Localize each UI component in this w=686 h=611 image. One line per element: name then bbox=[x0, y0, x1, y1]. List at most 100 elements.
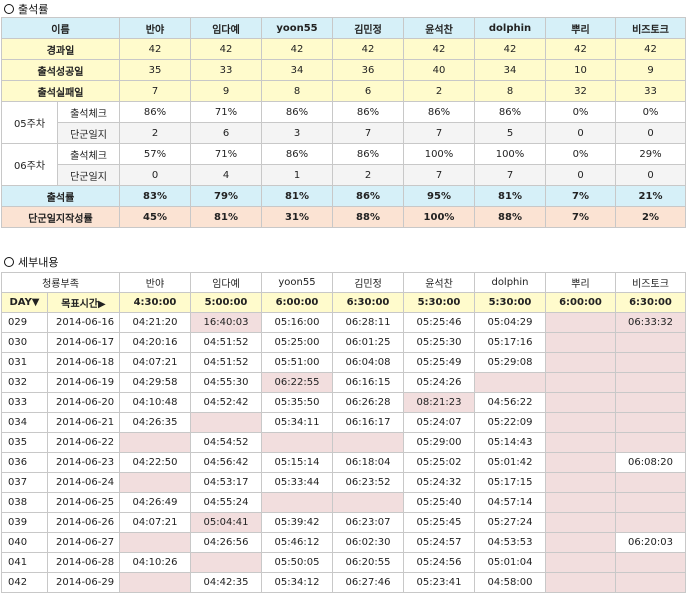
diary-value: 0 bbox=[545, 122, 616, 144]
diary-value: 4 bbox=[190, 164, 262, 186]
target-time-row: DAY▼ 목표시간▶ 4:30:00 5:00:00 6:00:00 6:30:00 5:3… bbox=[1, 292, 686, 313]
day-number: 041 bbox=[1, 552, 48, 573]
member-name: 뿌리 bbox=[545, 272, 616, 293]
wake-time: 04:56:22 bbox=[474, 392, 546, 413]
row-value: 6 bbox=[332, 80, 404, 102]
wake-time bbox=[261, 432, 333, 453]
diary-value: 3 bbox=[261, 122, 333, 144]
check-value: 86% bbox=[119, 101, 191, 123]
wake-time: 05:25:00 bbox=[261, 332, 333, 353]
wake-time: 05:34:11 bbox=[261, 412, 333, 433]
check-value: 0% bbox=[545, 143, 616, 165]
day-row: 042 2014-06-29 04:42:35 05:34:12 06:27:46 05:… bbox=[1, 572, 686, 593]
day-sort-label: DAY▼ bbox=[1, 292, 48, 313]
header-row: 이름 반야 임다예 yoon55 김민정 윤석찬 dolphin 뿌리 비즈토크 bbox=[1, 17, 686, 39]
diary-rate-label: 단군일지작성률 bbox=[1, 206, 120, 228]
wake-time: 05:25:02 bbox=[403, 452, 475, 473]
day-number: 035 bbox=[1, 432, 48, 453]
day-row: 038 2014-06-25 04:26:49 04:55:24 05:25:40 04:… bbox=[1, 492, 686, 513]
wake-time bbox=[261, 492, 333, 513]
date: 2014-06-16 bbox=[47, 312, 120, 333]
date: 2014-06-19 bbox=[47, 372, 120, 393]
rate-value: 86% bbox=[332, 185, 404, 207]
target-time: 6:30:00 bbox=[615, 292, 686, 313]
rate-value: 95% bbox=[403, 185, 475, 207]
date: 2014-06-17 bbox=[47, 332, 120, 353]
diary-rate-value: 45% bbox=[119, 206, 191, 228]
wake-time: 06:01:25 bbox=[332, 332, 404, 353]
wake-time: 05:50:05 bbox=[261, 552, 333, 573]
wake-time: 05:35:50 bbox=[261, 392, 333, 413]
wake-time: 04:57:14 bbox=[474, 492, 546, 513]
wake-time: 04:10:26 bbox=[119, 552, 191, 573]
wake-time bbox=[615, 572, 686, 593]
wake-time: 04:22:50 bbox=[119, 452, 191, 473]
date: 2014-06-24 bbox=[47, 472, 120, 493]
wake-time: 05:24:26 bbox=[403, 372, 475, 393]
wake-time: 08:21:23 bbox=[403, 392, 475, 413]
wake-time: 05:27:24 bbox=[474, 512, 546, 533]
member-name: 비즈토크 bbox=[615, 17, 686, 39]
day-number: 033 bbox=[1, 392, 48, 413]
wake-time: 06:27:46 bbox=[332, 572, 404, 593]
wake-time bbox=[615, 372, 686, 393]
section-title-attendance: 출석률 bbox=[4, 1, 48, 17]
wake-time: 04:56:42 bbox=[190, 452, 262, 473]
day-row: 036 2014-06-23 04:22:50 04:56:42 05:15:14 06:… bbox=[1, 452, 686, 473]
wake-time bbox=[545, 412, 616, 433]
check-value: 71% bbox=[190, 143, 262, 165]
date: 2014-06-25 bbox=[47, 492, 120, 513]
row-value: 42 bbox=[615, 38, 686, 60]
wake-time bbox=[190, 552, 262, 573]
section-title-details: 세부내용 bbox=[4, 254, 58, 270]
wake-time: 04:55:30 bbox=[190, 372, 262, 393]
check-value: 86% bbox=[403, 101, 475, 123]
member-name: 윤석찬 bbox=[403, 272, 475, 293]
wake-time: 05:16:00 bbox=[261, 312, 333, 333]
day-row: 034 2014-06-21 04:26:35 05:34:11 06:16:17 05:… bbox=[1, 412, 686, 433]
row-value: 42 bbox=[474, 38, 546, 60]
check-value: 57% bbox=[119, 143, 191, 165]
check-value: 71% bbox=[190, 101, 262, 123]
check-value: 86% bbox=[332, 143, 404, 165]
wake-time: 04:55:24 bbox=[190, 492, 262, 513]
diary-rate-value: 2% bbox=[615, 206, 686, 228]
wake-time: 04:21:20 bbox=[119, 312, 191, 333]
attendance-rate-row: 출석률 83% 79% 81% 86% 95% 81% 7% 21% bbox=[1, 185, 686, 207]
circle-bullet-icon bbox=[4, 4, 14, 14]
wake-time bbox=[545, 312, 616, 333]
row-value: 40 bbox=[403, 59, 475, 81]
day-row: 030 2014-06-17 04:20:16 04:51:52 05:25:00 06:… bbox=[1, 332, 686, 353]
week-diary-row: 단군일지 2 6 3 7 7 5 0 0 bbox=[2, 122, 686, 144]
wake-time: 05:25:49 bbox=[403, 352, 475, 373]
wake-time: 04:51:52 bbox=[190, 332, 262, 353]
member-name: 김민정 bbox=[332, 272, 404, 293]
member-name: dolphin bbox=[474, 272, 546, 293]
diary-value: 0 bbox=[615, 164, 686, 186]
row-value: 42 bbox=[190, 38, 262, 60]
diary-value: 5 bbox=[474, 122, 546, 144]
wake-time: 05:29:08 bbox=[474, 352, 546, 373]
row-value: 42 bbox=[545, 38, 616, 60]
diary-label: 단군일지 bbox=[57, 164, 120, 186]
target-time: 6:00:00 bbox=[261, 292, 333, 313]
attendance-summary-table: 이름 반야 임다예 yoon55 김민정 윤석찬 dolphin 뿌리 비즈토크 경과일 42 42 4… bbox=[1, 17, 686, 228]
wake-time: 05:17:15 bbox=[474, 472, 546, 493]
wake-time bbox=[545, 472, 616, 493]
check-value: 86% bbox=[474, 101, 546, 123]
wake-time: 04:10:48 bbox=[119, 392, 191, 413]
wake-time bbox=[545, 552, 616, 573]
wake-time: 06:16:17 bbox=[332, 412, 404, 433]
row-value: 9 bbox=[190, 80, 262, 102]
wake-time bbox=[545, 352, 616, 373]
check-value: 100% bbox=[403, 143, 475, 165]
check-value: 86% bbox=[261, 143, 333, 165]
member-name: 김민정 bbox=[332, 17, 404, 39]
diary-value: 7 bbox=[403, 164, 475, 186]
target-time: 5:00:00 bbox=[190, 292, 262, 313]
wake-time: 04:20:16 bbox=[119, 332, 191, 353]
target-time: 6:00:00 bbox=[545, 292, 616, 313]
day-number: 029 bbox=[1, 312, 48, 333]
wake-time: 06:28:11 bbox=[332, 312, 404, 333]
row-value: 10 bbox=[545, 59, 616, 81]
